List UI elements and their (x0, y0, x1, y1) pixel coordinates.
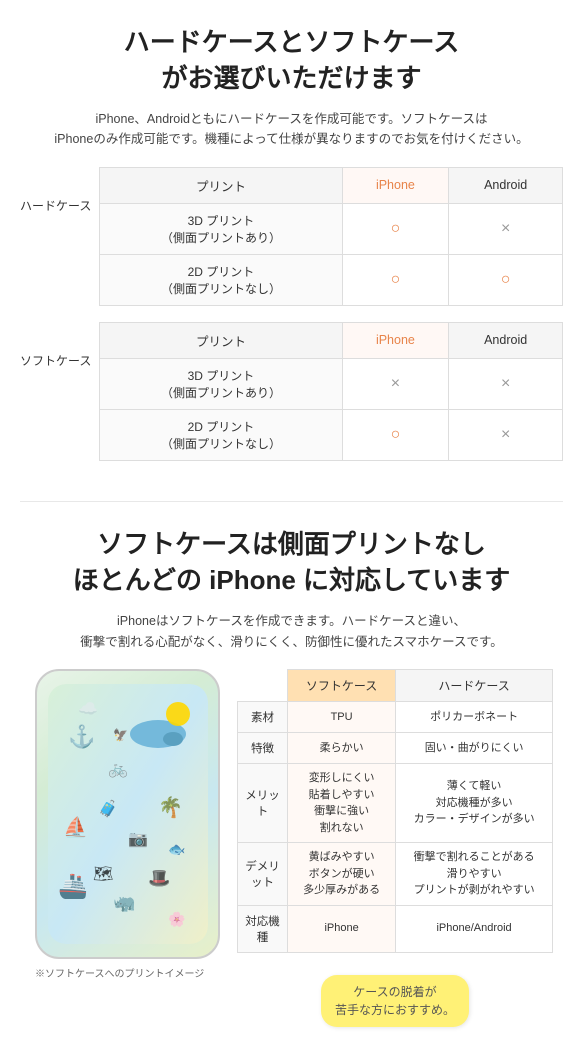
table-row: メリット 変形しにくい貼着しやすい衝撃に強い割れない 薄くて軽い対応機種が多いカ… (238, 764, 553, 843)
svg-text:📷: 📷 (128, 831, 148, 848)
comp-table: ソフトケース ハードケース 素材 TPU ポリカーボネート 特徴 柔らかい 固い… (237, 669, 553, 953)
svg-text:🦏: 🦏 (113, 893, 135, 913)
row-label-merit: メリット (238, 764, 288, 843)
soft-iphone-2d: ○ (342, 409, 449, 460)
section1-title: ハードケースとソフトケースがお選びいただけます (20, 24, 563, 97)
col-header-iphone1: iPhone (342, 167, 449, 203)
svg-text:⚓: ⚓ (68, 724, 95, 749)
soft-case-table-container: ソフトケース プリント iPhone Android 3D プリント（側面プリン… (20, 322, 563, 461)
svg-text:☁️: ☁️ (78, 701, 98, 718)
row-label-material: 素材 (238, 702, 288, 733)
hard-case-label: ハードケース (20, 167, 99, 214)
comp-col-hard: ハードケース (396, 670, 553, 702)
phone-image: ⚓ 🚲 ⛵ 🌴 🚢 📷 🎩 🧳 (35, 669, 220, 959)
table-row: 2D プリント（側面プリントなし） ○ × (100, 409, 563, 460)
col-header-iphone2: iPhone (342, 322, 449, 358)
col-header-android1: Android (449, 167, 563, 203)
phone-svg: ⚓ 🚲 ⛵ 🌴 🚢 📷 🎩 🧳 (48, 684, 208, 944)
soft-case-label: ソフトケース (20, 322, 99, 369)
svg-text:🐟: 🐟 (168, 841, 185, 857)
soft-iphone-3d: × (342, 358, 449, 409)
phone-side: 透過ではないイラストは背景色もプリント (30, 669, 225, 980)
svg-text:🚢: 🚢 (58, 873, 88, 900)
section1: ハードケースとソフトケースがお選びいただけます iPhone、Androidとも… (0, 0, 583, 497)
soft-demerit: 黄ばみやすいボタンが硬い多少厚みがある (288, 843, 396, 906)
soft-material: TPU (288, 702, 396, 733)
hard-android-2d: ○ (449, 254, 563, 305)
svg-text:🚲: 🚲 (108, 761, 128, 778)
row-label-device: 対応機種 (238, 905, 288, 952)
comp-table-side: ソフトケース ハードケース 素材 TPU ポリカーボネート 特徴 柔らかい 固い… (237, 669, 553, 1027)
print-type-cell: 3D プリント（側面プリントあり） (100, 358, 342, 409)
col-header-android2: Android (449, 322, 563, 358)
svg-text:🌴: 🌴 (158, 795, 183, 819)
row-label-demerit: デメリット (238, 843, 288, 906)
table-row: 素材 TPU ポリカーボネート (238, 702, 553, 733)
table-row: デメリット 黄ばみやすいボタンが硬い多少厚みがある 衝撃で割れることがある滑りや… (238, 843, 553, 906)
print-type-cell: 2D プリント（側面プリントなし） (100, 254, 342, 305)
soft-android-2d: × (449, 409, 563, 460)
col-header-print2: プリント (100, 322, 342, 358)
hard-iphone-3d: ○ (342, 203, 449, 254)
svg-text:🗺: 🗺 (93, 866, 113, 883)
table-row: 3D プリント（側面プリントあり） ○ × (100, 203, 563, 254)
phone-caption: ※ソフトケースへのプリントイメージ (35, 965, 220, 980)
section-divider (20, 501, 563, 502)
col-header-print: プリント (100, 167, 342, 203)
soft-device: iPhone (288, 905, 396, 952)
soft-feature: 柔らかい (288, 733, 396, 764)
row-label-feature: 特徴 (238, 733, 288, 764)
hard-case-table-container: ハードケース プリント iPhone Android 3D プリント（側面プリン… (20, 167, 563, 306)
comparison-area: 透過ではないイラストは背景色もプリント (20, 669, 563, 1027)
section2-description: iPhoneはソフトケースを作成できます。ハードケースと違い、 衝撃で割れる心配… (20, 611, 563, 654)
soft-case-table: プリント iPhone Android 3D プリント（側面プリントあり） × … (99, 322, 563, 461)
hard-case-table: プリント iPhone Android 3D プリント（側面プリントあり） ○ … (99, 167, 563, 306)
hard-demerit: 衝撃で割れることがある滑りやすいプリントが剥がれやすい (396, 843, 553, 906)
svg-text:🧳: 🧳 (98, 799, 118, 818)
print-type-cell: 3D プリント（側面プリントあり） (100, 203, 342, 254)
hard-android-3d: × (449, 203, 563, 254)
svg-text:🎩: 🎩 (148, 868, 170, 888)
hard-iphone-2d: ○ (342, 254, 449, 305)
table-row: 特徴 柔らかい 固い・曲がりにくい (238, 733, 553, 764)
table-row: 3D プリント（側面プリントあり） × × (100, 358, 563, 409)
svg-text:⛵: ⛵ (63, 815, 88, 839)
hard-material: ポリカーボネート (396, 702, 553, 733)
section2-title: ソフトケースは側面プリントなしほとんどの iPhone に対応しています (20, 526, 563, 599)
table-row: 2D プリント（側面プリントなし） ○ ○ (100, 254, 563, 305)
hard-device: iPhone/Android (396, 905, 553, 952)
hard-feature: 固い・曲がりにくい (396, 733, 553, 764)
print-type-cell: 2D プリント（側面プリントなし） (100, 409, 342, 460)
svg-text:🌸: 🌸 (168, 911, 185, 928)
table-row: 対応機種 iPhone iPhone/Android (238, 905, 553, 952)
svg-text:🦅: 🦅 (113, 727, 128, 742)
section1-description: iPhone、Androidともにハードケースを作成可能です。ソフトケースは i… (20, 109, 563, 149)
soft-android-3d: × (449, 358, 563, 409)
hard-merit: 薄くて軽い対応機種が多いカラー・デザインが多い (396, 764, 553, 843)
comp-col-soft: ソフトケース (288, 670, 396, 702)
section2: ソフトケースは側面プリントなしほとんどの iPhone に対応しています iPh… (0, 506, 583, 1043)
soft-merit: 変形しにくい貼着しやすい衝撃に強い割れない (288, 764, 396, 843)
bottom-callout: ケースの脱着が苦手な方におすすめ。 (321, 975, 469, 1027)
